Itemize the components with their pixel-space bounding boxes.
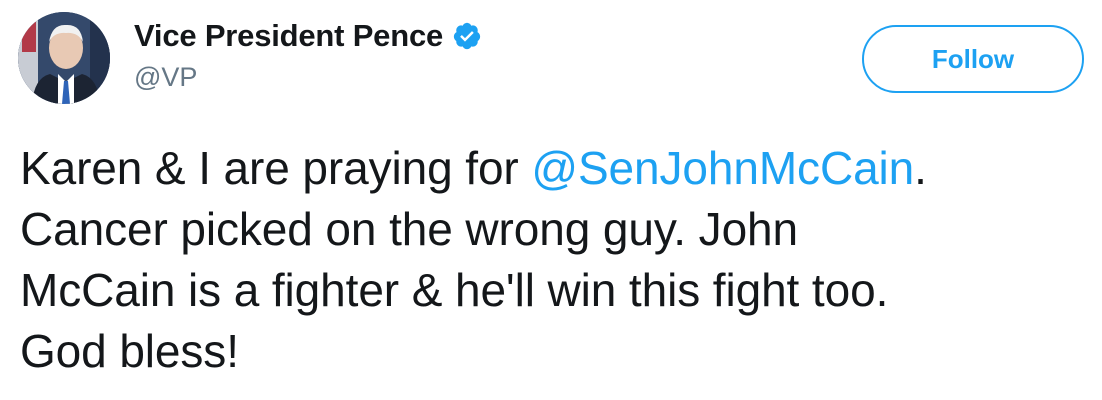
author-display-name[interactable]: Vice President Pence — [134, 18, 443, 54]
profile-photo-icon — [18, 12, 110, 104]
verified-badge-icon — [452, 21, 482, 51]
author-name-row: Vice President Pence — [134, 16, 482, 56]
tweet-text-segment: . — [914, 142, 927, 194]
tweet-line-3: McCain is a fighter & he'll win this fig… — [20, 264, 889, 316]
tweet-line-1: Karen & I are praying for @SenJohnMcCain… — [20, 138, 1090, 199]
tweet-line-4: God bless! — [20, 325, 239, 377]
tweet-line-2: Cancer picked on the wrong guy. John — [20, 203, 799, 255]
avatar[interactable] — [18, 12, 110, 104]
tweet-text: Karen & I are praying for @SenJohnMcCain… — [20, 138, 1090, 382]
mention-link[interactable]: @SenJohnMcCain — [531, 142, 914, 194]
tweet-text-segment: Karen & I are praying for — [20, 142, 532, 194]
follow-button[interactable]: Follow — [862, 25, 1084, 93]
author-handle[interactable]: @VP — [134, 62, 197, 93]
tweet-card: Vice President Pence @VP Follow Karen & … — [0, 0, 1102, 400]
